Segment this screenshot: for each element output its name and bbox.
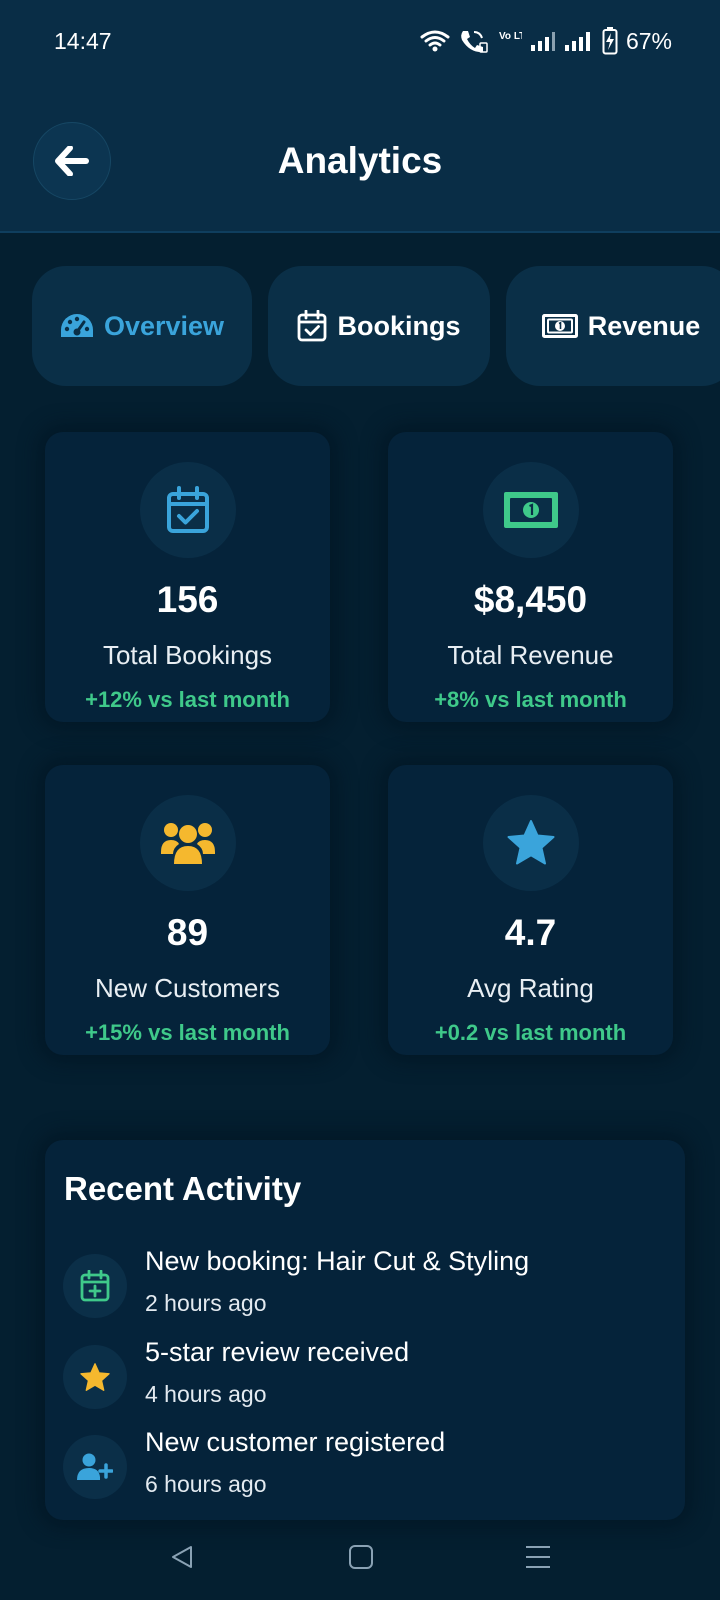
status-time: 14:47 [54,28,112,54]
nav-back-button[interactable] [157,1532,207,1582]
stat-label: New Customers [95,973,280,1003]
svg-text:Vo LTE: Vo LTE [499,31,522,42]
stat-change: +12% vs last month [85,687,290,712]
stat-value: 156 [156,579,219,620]
menu-lines-icon [526,1546,550,1568]
stat-change: +8% vs last month [434,687,627,712]
tab-bookings[interactable]: Bookings [268,266,490,386]
nav-home-button[interactable] [336,1532,386,1582]
stat-card-new-customers: 89 New Customers +15% vs last month [45,765,330,1055]
battery-charging-icon [602,27,618,55]
stat-icon-circle [482,462,579,558]
money-bill-icon [541,314,578,338]
stat-label: Total Revenue [447,640,614,670]
activity-icon-circle [63,1254,127,1318]
tab-label: Overview [103,310,225,341]
star-icon [80,1362,110,1391]
recent-activity-title: Recent Activity [64,1170,302,1207]
calendar-check-icon [298,310,327,342]
system-nav-bar [0,1520,720,1590]
analytics-tabs: Overview Bookings Revenue [32,266,720,386]
activity-icon-circle [63,1435,127,1499]
tab-overview[interactable]: Overview [32,266,252,386]
app-header: 14:47 Vo LTE [0,0,720,233]
money-bill-icon [503,492,558,528]
activity-item[interactable]: New booking: Hair Cut & Styling 2 hours … [63,1246,663,1326]
back-triangle-icon [172,1546,192,1568]
stat-label: Total Bookings [102,640,273,670]
stat-value: 4.7 [504,912,557,953]
stat-icon-circle [139,795,236,891]
wifi-calling-icon [461,31,488,53]
status-icons: Vo LTE 6 [420,26,672,56]
users-icon [160,823,215,864]
nav-menu-button[interactable] [513,1532,563,1582]
tab-label: Revenue [587,310,701,341]
stat-value: 89 [166,912,209,953]
wifi-icon [420,30,450,52]
volte-icon: Vo LTE [499,31,522,42]
calendar-plus-icon [80,1270,110,1302]
stat-card-total-bookings: 156 Total Bookings +12% vs last month [45,432,330,722]
activity-time: 6 hours ago [145,1471,267,1497]
home-square-icon [349,1545,373,1569]
activity-time: 4 hours ago [145,1381,267,1407]
recent-activity-panel: Recent Activity New booking: Hair Cut & … [45,1140,685,1520]
star-icon [507,820,554,865]
stat-icon-circle [482,795,579,891]
signal-icon [564,32,590,51]
gauge-icon [60,314,93,337]
calendar-check-icon [166,486,209,533]
stat-card-avg-rating: 4.7 Avg Rating +0.2 vs last month [388,765,673,1055]
tab-label: Bookings [337,310,461,341]
user-plus-icon [77,1453,113,1480]
stat-change: +0.2 vs last month [434,1020,627,1045]
page-title: Analytics [277,140,443,181]
status-bar: 14:47 Vo LTE [0,0,720,80]
activity-text: New booking: Hair Cut & Styling [145,1246,530,1276]
analytics-screen: 14:47 Vo LTE [0,0,720,1600]
stat-icon-circle [139,462,236,558]
activity-text: 5-star review received [145,1337,410,1367]
activity-text: New customer registered [145,1427,446,1457]
signal-icon [530,32,555,51]
activity-item[interactable]: New customer registered 6 hours ago [63,1427,663,1507]
stat-value: $8,450 [473,579,588,620]
stat-card-total-revenue: $8,450 Total Revenue +8% vs last month [388,432,673,722]
battery-percentage: 67% [625,27,672,54]
activity-time: 2 hours ago [145,1290,267,1316]
activity-item[interactable]: 5-star review received 4 hours ago [63,1337,663,1417]
stat-label: Avg Rating [467,973,594,1003]
activity-icon-circle [63,1345,127,1409]
stat-change: +15% vs last month [85,1020,290,1045]
tab-revenue[interactable]: Revenue [506,266,720,386]
